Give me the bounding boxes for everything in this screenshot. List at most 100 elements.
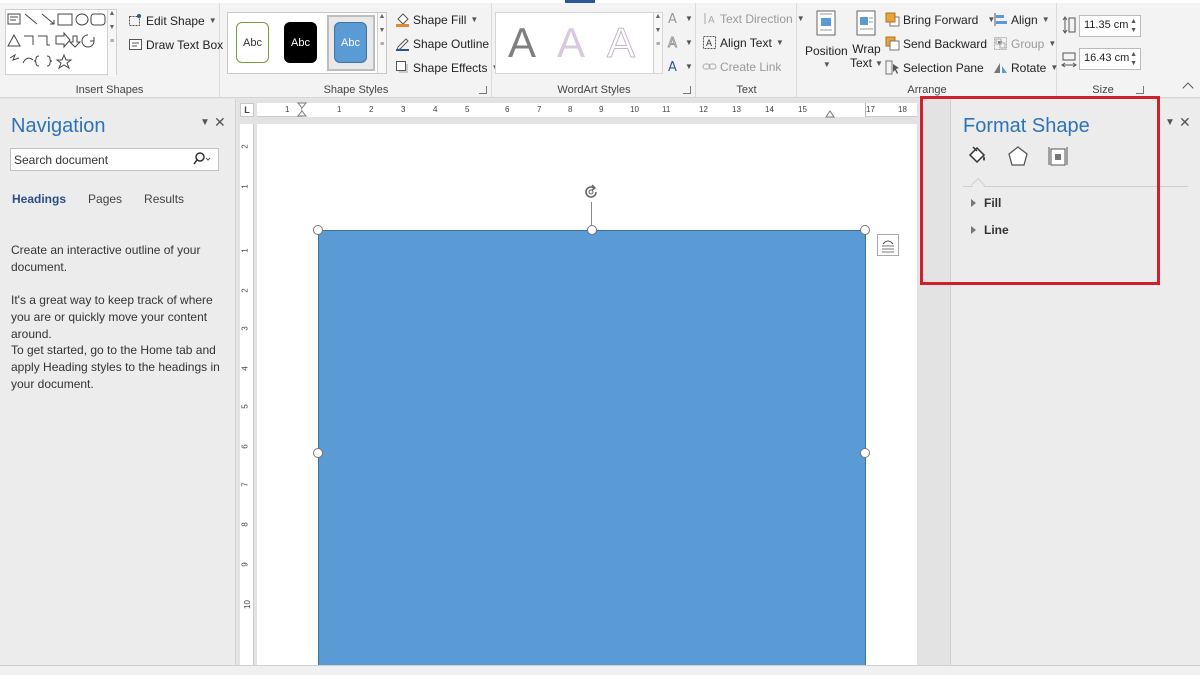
group-button[interactable]: Group ▼	[993, 36, 1056, 51]
shape-effects-label: Shape Effects	[413, 60, 488, 75]
ruler-number: 1	[285, 105, 290, 114]
format-shape-pane: Format Shape ▼ ✕ Fill Line	[950, 99, 1200, 665]
layout-properties-icon[interactable]	[1047, 145, 1069, 170]
text-effects-button[interactable]: A ▼	[666, 59, 693, 75]
height-spinner-icon[interactable]: ▲ ▼	[1130, 17, 1137, 35]
shape-fill-button[interactable]: Shape Fill ▼	[395, 12, 478, 27]
fill-section-label: Fill	[984, 196, 1002, 210]
bring-forward-button[interactable]: Bring Forward ▼	[885, 12, 995, 27]
resize-handle-top[interactable]	[587, 225, 597, 235]
close-icon[interactable]: ✕	[214, 114, 226, 131]
wrap-text-icon	[851, 9, 881, 42]
rotate-handle-icon[interactable]	[582, 183, 600, 201]
shape-style-gallery[interactable]: Abc Abc Abc ▲ ▼ ≡	[227, 12, 387, 74]
shape-effects-icon	[395, 60, 410, 75]
chevron-down-icon: ▼	[208, 16, 217, 25]
shape-effects-button[interactable]: Shape Effects▼	[395, 60, 499, 75]
tab-results[interactable]: Results	[144, 192, 184, 206]
document-page[interactable]	[257, 124, 917, 665]
text-outline-icon: A	[666, 35, 681, 52]
edit-shape-button[interactable]: Edit Shape ▼	[128, 13, 217, 28]
arrange-label: Arrange	[907, 84, 947, 96]
wrap-text-button[interactable]: Wrap Text ▼	[850, 9, 883, 70]
status-bar	[0, 665, 1200, 675]
chevron-down-icon: ▼	[1041, 15, 1050, 24]
ruler-number: 10	[242, 600, 252, 609]
resize-handle-top-right[interactable]	[860, 225, 870, 235]
shapes-gallery[interactable]: ▲ ▼ ≡	[5, 9, 117, 76]
text-direction-button[interactable]: A Text Direction ▼	[702, 11, 805, 26]
wordart-gallery[interactable]: A A A ▲ ▼ ≡	[495, 12, 663, 74]
wordart-style-outline[interactable]: A	[606, 19, 635, 67]
close-icon[interactable]: ✕	[1179, 114, 1191, 131]
shape-height-icon	[1061, 15, 1077, 38]
size-label: Size	[1092, 84, 1114, 96]
line-section-toggle[interactable]: Line	[971, 223, 1009, 237]
shape-width-icon	[1061, 51, 1077, 74]
rotate-button[interactable]: Rotate ▼	[993, 60, 1058, 75]
svg-text:A: A	[706, 38, 712, 48]
navigation-help-text-3: To get started, go to the Home tab and a…	[11, 343, 220, 391]
collapse-ribbon-icon[interactable]	[1182, 82, 1194, 94]
size-launcher-icon[interactable]	[1136, 86, 1144, 94]
vertical-ruler[interactable]: 2 1 1 2 3 4 5 6 7 8 9 10	[240, 124, 254, 665]
shapes-gallery-scroll[interactable]: ▲ ▼ ≡	[107, 10, 116, 76]
search-input[interactable]: Search document	[10, 148, 219, 171]
ruler-number: 3	[240, 326, 250, 331]
wordart-style-gray[interactable]: A	[508, 19, 536, 67]
tab-pages[interactable]: Pages	[88, 192, 122, 206]
right-indent-marker-icon[interactable]	[825, 107, 835, 121]
selection-pane-label: Selection Pane	[903, 60, 984, 75]
svg-text:A: A	[668, 36, 677, 50]
ruler-number: 6	[505, 105, 510, 114]
fill-section-toggle[interactable]: Fill	[971, 196, 1001, 210]
resize-handle-left[interactable]	[313, 448, 323, 458]
wordart-style-light[interactable]: A	[557, 19, 585, 67]
horizontal-ruler[interactable]: 1 1 2 3 4 5 6 7 8 9 10 11 12 13 14 15 17 18	[257, 102, 917, 120]
text-fill-button[interactable]: A ▼	[666, 11, 693, 27]
wordart-launcher-icon[interactable]	[683, 86, 691, 94]
align-button[interactable]: Align ▼	[993, 12, 1050, 27]
shape-styles-launcher-icon[interactable]	[479, 86, 487, 94]
send-backward-button[interactable]: Send Backward ▼	[885, 36, 1004, 51]
text-outline-button[interactable]: A ▼	[666, 35, 693, 52]
selection-pane-button[interactable]: Selection Pane	[885, 60, 984, 75]
ruler-number: 1	[240, 248, 250, 253]
search-icon[interactable]	[192, 152, 212, 169]
selected-rectangle-shape[interactable]	[318, 230, 866, 665]
ruler-number: 15	[798, 105, 807, 114]
align-text-button[interactable]: A Align Text ▼	[702, 35, 784, 50]
position-button[interactable]: Position ▼	[805, 9, 848, 69]
indent-marker-icon[interactable]	[296, 102, 308, 120]
effects-pentagon-icon[interactable]	[1007, 145, 1029, 170]
ruler-number: 2	[369, 105, 374, 114]
ruler-number: 1	[337, 105, 342, 114]
navigation-help-text-1: Create an interactive outline of your do…	[11, 243, 201, 274]
shape-height-input[interactable]: 11.35 cm ▲ ▼	[1079, 15, 1141, 37]
text-fill-icon: A	[666, 11, 681, 27]
draw-text-box-button[interactable]: Draw Text Box	[128, 37, 223, 52]
layout-options-icon[interactable]	[877, 234, 899, 256]
create-link-button[interactable]: Create Link	[702, 59, 781, 74]
shape-outline-button[interactable]: Shape Outline▼	[395, 36, 501, 51]
ruler-number: 8	[568, 105, 573, 114]
pane-options-icon[interactable]: ▼	[1165, 117, 1175, 128]
width-spinner-icon[interactable]: ▲ ▼	[1130, 50, 1137, 68]
pane-options-icon[interactable]: ▼	[200, 117, 210, 128]
format-category-icons	[967, 145, 1069, 170]
shape-style-swatch-white[interactable]: Abc	[236, 22, 269, 63]
shape-width-input[interactable]: 16.43 cm ▲ ▼	[1079, 48, 1141, 70]
fill-and-line-icon[interactable]	[967, 145, 989, 170]
shape-style-scroll[interactable]: ▲ ▼ ≡	[377, 13, 386, 73]
resize-handle-top-left[interactable]	[313, 225, 323, 235]
tab-headings[interactable]: Headings	[12, 192, 66, 206]
shape-style-swatch-blue[interactable]: Abc	[334, 22, 367, 63]
text-group: A Text Direction ▼ A Align Text ▼ Create L…	[697, 3, 805, 98]
chevron-down-icon: ▼	[470, 15, 479, 24]
svg-text:A: A	[708, 15, 715, 26]
wordart-gallery-scroll[interactable]: ▲ ▼ ≡	[653, 13, 662, 73]
tab-selector[interactable]: L	[240, 103, 254, 117]
align-icon	[993, 12, 1008, 27]
shape-style-swatch-black[interactable]: Abc	[284, 22, 317, 63]
resize-handle-right[interactable]	[860, 448, 870, 458]
